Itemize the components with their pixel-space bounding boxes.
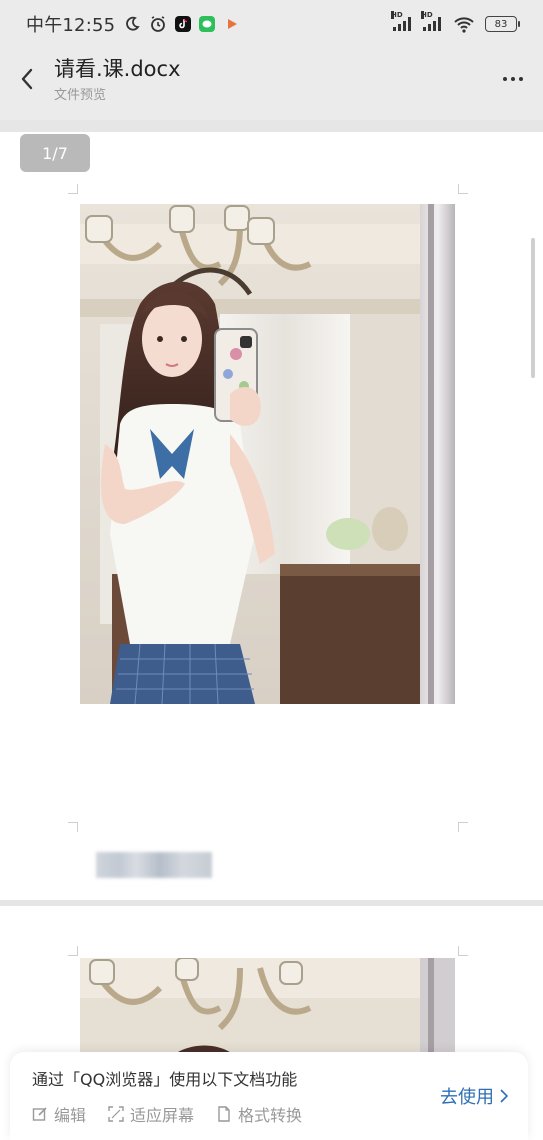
page-indicator: 1/7 bbox=[20, 134, 90, 172]
feature-fit-screen-label: 适应屏幕 bbox=[130, 1106, 195, 1125]
more-options-button[interactable] bbox=[483, 48, 543, 110]
page-margin-marker bbox=[68, 822, 78, 832]
page-margin-marker bbox=[458, 822, 468, 832]
wifi-icon bbox=[453, 15, 475, 33]
document-title: 请看.课.docx bbox=[54, 56, 181, 81]
fit-screen-icon bbox=[108, 1106, 124, 1122]
status-right: HD HD 83 bbox=[391, 11, 520, 33]
status-bar: 中午12:55 HD HD 83 bbox=[0, 0, 543, 48]
alarm-icon bbox=[149, 15, 167, 33]
promo-features: 编辑 适应屏幕 格式转换 bbox=[32, 1102, 302, 1126]
page-margin-marker bbox=[458, 184, 468, 194]
tiktok-icon bbox=[175, 16, 192, 32]
more-horizontal-icon bbox=[503, 77, 507, 81]
image-caption-blurred bbox=[96, 852, 212, 878]
title-block: 请看.课.docx 文件预览 bbox=[54, 56, 181, 103]
chevron-left-icon bbox=[21, 68, 33, 90]
play-icon bbox=[223, 15, 241, 33]
page-margin-marker bbox=[68, 946, 78, 956]
page-margin-marker bbox=[68, 184, 78, 194]
document-subtitle: 文件预览 bbox=[54, 87, 107, 103]
scrollbar[interactable] bbox=[531, 238, 535, 378]
promo-text: 通过「QQ浏览器」使用以下文档功能 bbox=[32, 1070, 298, 1089]
page-margin-marker bbox=[458, 946, 468, 956]
feature-fit-screen[interactable]: 适应屏幕 bbox=[108, 1102, 194, 1126]
status-left: 中午12:55 bbox=[26, 11, 241, 37]
moon-icon bbox=[123, 15, 141, 33]
qq-browser-promo: 通过「QQ浏览器」使用以下文档功能 编辑 适应屏幕 格式转换 去使用 bbox=[10, 1052, 528, 1140]
back-button[interactable] bbox=[0, 48, 54, 110]
use-now-label: 去使用 bbox=[440, 1087, 494, 1108]
battery-level: 83 bbox=[494, 18, 508, 30]
more-dot bbox=[519, 77, 523, 81]
feature-edit[interactable]: 编辑 bbox=[32, 1102, 86, 1126]
title-bar: 请看.课.docx 文件预览 bbox=[0, 48, 543, 110]
status-time: 中午12:55 bbox=[26, 15, 116, 36]
feature-edit-label: 编辑 bbox=[54, 1106, 87, 1125]
document-page-1 bbox=[0, 132, 543, 900]
feature-format-convert-label: 格式转换 bbox=[238, 1106, 303, 1125]
document-image-selfie[interactable] bbox=[80, 204, 455, 704]
edit-icon bbox=[32, 1106, 48, 1122]
wechat-icon bbox=[199, 16, 216, 32]
signal-hd-2-icon: HD bbox=[421, 11, 441, 31]
use-now-button[interactable]: 去使用 bbox=[440, 1083, 508, 1109]
feature-format-convert[interactable]: 格式转换 bbox=[216, 1102, 302, 1126]
document-viewer[interactable]: 1/7 bbox=[0, 120, 543, 1140]
file-convert-icon bbox=[216, 1106, 232, 1122]
signal-hd-1-icon: HD bbox=[391, 11, 411, 31]
promo-left: 通过「QQ浏览器」使用以下文档功能 编辑 适应屏幕 格式转换 bbox=[32, 1066, 302, 1126]
battery-icon: 83 bbox=[485, 16, 520, 32]
more-dot bbox=[511, 77, 515, 81]
chevron-right-icon bbox=[500, 1089, 508, 1103]
